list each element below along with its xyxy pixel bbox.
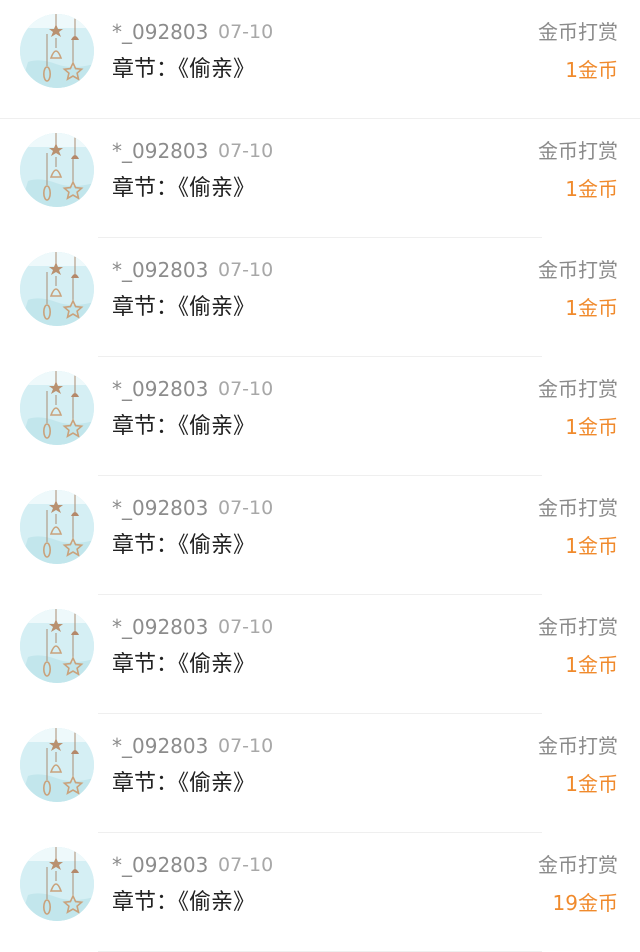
- avatar[interactable]: [20, 728, 94, 802]
- username: *_092803: [112, 139, 209, 163]
- ornament-avatar-icon: [20, 14, 94, 88]
- ornament-avatar-icon: [20, 847, 94, 921]
- reward-amount: 1金币: [565, 653, 618, 677]
- reward-date: 07-10: [218, 497, 274, 519]
- reward-type: 金币打赏: [538, 615, 618, 639]
- username: *_092803: [112, 734, 209, 758]
- ornament-avatar-icon: [20, 490, 94, 564]
- chapter-title: 《偷亲》: [178, 414, 256, 439]
- reward-amount: 1金币: [565, 772, 618, 796]
- reward-type: 金币打赏: [538, 20, 618, 44]
- list-item[interactable]: *_092803 07-10 章节：《偷亲》 金币打赏 1金币: [0, 476, 640, 595]
- list-item[interactable]: *_092803 07-10 章节：《偷亲》 金币打赏 1金币: [0, 714, 640, 833]
- ornament-avatar-icon: [20, 133, 94, 207]
- chapter-title: 《偷亲》: [178, 176, 256, 201]
- chapter-line: 章节：《偷亲》: [112, 56, 255, 84]
- reward-amount: 1金币: [565, 58, 618, 82]
- username: *_092803: [112, 20, 209, 44]
- chapter-prefix: 章节：: [112, 176, 179, 201]
- username: *_092803: [112, 496, 209, 520]
- username: *_092803: [112, 258, 209, 282]
- avatar[interactable]: [20, 371, 94, 445]
- avatar[interactable]: [20, 133, 94, 207]
- avatar[interactable]: [20, 252, 94, 326]
- reward-type: 金币打赏: [538, 139, 618, 163]
- chapter-prefix: 章节：: [112, 771, 179, 796]
- reward-amount: 1金币: [565, 296, 618, 320]
- avatar[interactable]: [20, 609, 94, 683]
- username: *_092803: [112, 377, 209, 401]
- reward-amount: 1金币: [565, 534, 618, 558]
- chapter-line: 章节：《偷亲》: [112, 532, 255, 560]
- reward-date: 07-10: [218, 616, 274, 638]
- chapter-title: 《偷亲》: [178, 57, 256, 82]
- reward-record-list: *_092803 07-10 章节：《偷亲》 金币打赏 1金币 *_092803…: [0, 0, 640, 952]
- list-item[interactable]: *_092803 07-10 章节：《偷亲》 金币打赏 1金币: [0, 595, 640, 714]
- reward-type: 金币打赏: [538, 258, 618, 282]
- list-item[interactable]: *_092803 07-10 章节：《偷亲》 金币打赏 1金币: [0, 357, 640, 476]
- reward-amount: 1金币: [565, 415, 618, 439]
- reward-type: 金币打赏: [538, 377, 618, 401]
- chapter-line: 章节：《偷亲》: [112, 175, 255, 203]
- reward-amount: 1金币: [565, 177, 618, 201]
- chapter-prefix: 章节：: [112, 533, 179, 558]
- chapter-title: 《偷亲》: [178, 533, 256, 558]
- ornament-avatar-icon: [20, 728, 94, 802]
- chapter-title: 《偷亲》: [178, 890, 256, 915]
- reward-type: 金币打赏: [538, 853, 618, 877]
- chapter-line: 章节：《偷亲》: [112, 651, 255, 679]
- avatar[interactable]: [20, 847, 94, 921]
- chapter-prefix: 章节：: [112, 295, 179, 320]
- chapter-title: 《偷亲》: [178, 652, 256, 677]
- chapter-title: 《偷亲》: [178, 295, 256, 320]
- username: *_092803: [112, 615, 209, 639]
- avatar[interactable]: [20, 490, 94, 564]
- chapter-line: 章节：《偷亲》: [112, 413, 255, 441]
- list-item[interactable]: *_092803 07-10 章节：《偷亲》 金币打赏 1金币: [0, 119, 640, 238]
- list-item[interactable]: *_092803 07-10 章节：《偷亲》 金币打赏 1金币: [0, 0, 640, 119]
- reward-date: 07-10: [218, 735, 274, 757]
- chapter-prefix: 章节：: [112, 57, 179, 82]
- reward-date: 07-10: [218, 854, 274, 876]
- username: *_092803: [112, 853, 209, 877]
- list-item[interactable]: *_092803 07-10 章节：《偷亲》 金币打赏 1金币: [0, 238, 640, 357]
- reward-date: 07-10: [218, 140, 274, 162]
- chapter-title: 《偷亲》: [178, 771, 256, 796]
- chapter-prefix: 章节：: [112, 652, 179, 677]
- ornament-avatar-icon: [20, 252, 94, 326]
- reward-date: 07-10: [218, 21, 274, 43]
- chapter-line: 章节：《偷亲》: [112, 770, 255, 798]
- reward-date: 07-10: [218, 378, 274, 400]
- chapter-line: 章节：《偷亲》: [112, 294, 255, 322]
- ornament-avatar-icon: [20, 371, 94, 445]
- list-item[interactable]: *_092803 07-10 章节：《偷亲》 金币打赏 19金币: [0, 833, 640, 952]
- chapter-line: 章节：《偷亲》: [112, 889, 255, 917]
- reward-date: 07-10: [218, 259, 274, 281]
- avatar[interactable]: [20, 14, 94, 88]
- ornament-avatar-icon: [20, 609, 94, 683]
- reward-type: 金币打赏: [538, 496, 618, 520]
- chapter-prefix: 章节：: [112, 414, 179, 439]
- reward-amount: 19金币: [552, 891, 618, 915]
- reward-type: 金币打赏: [538, 734, 618, 758]
- chapter-prefix: 章节：: [112, 890, 179, 915]
